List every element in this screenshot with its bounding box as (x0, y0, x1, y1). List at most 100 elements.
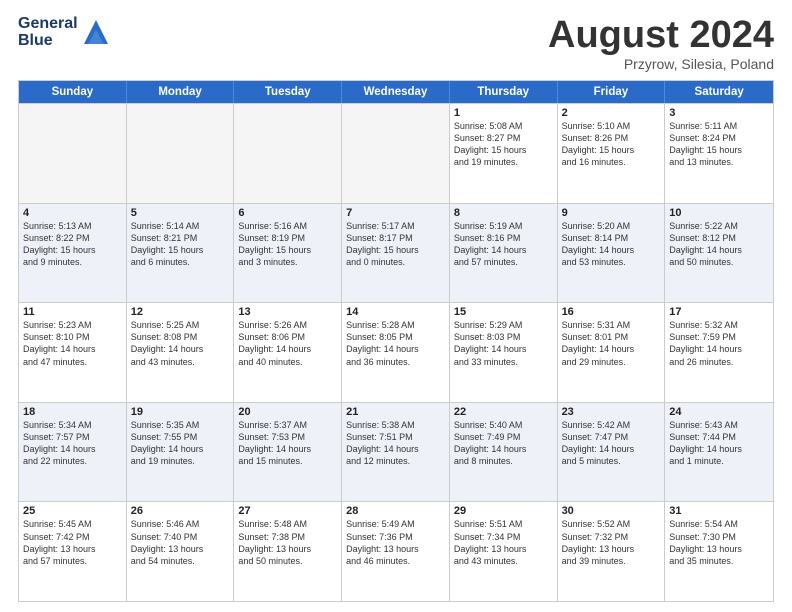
day-number: 3 (669, 107, 769, 119)
day-number: 16 (562, 306, 661, 318)
day-cell-13: 13Sunrise: 5:26 AM Sunset: 8:06 PM Dayli… (234, 303, 342, 402)
day-number: 26 (131, 505, 230, 517)
day-number: 29 (454, 505, 553, 517)
day-number: 5 (131, 207, 230, 219)
day-info: Sunrise: 5:29 AM Sunset: 8:03 PM Dayligh… (454, 319, 553, 368)
day-number: 14 (346, 306, 445, 318)
day-number: 11 (23, 306, 122, 318)
day-number: 23 (562, 406, 661, 418)
calendar-row-3: 11Sunrise: 5:23 AM Sunset: 8:10 PM Dayli… (19, 302, 773, 402)
day-info: Sunrise: 5:14 AM Sunset: 8:21 PM Dayligh… (131, 220, 230, 269)
day-number: 30 (562, 505, 661, 517)
day-info: Sunrise: 5:16 AM Sunset: 8:19 PM Dayligh… (238, 220, 337, 269)
day-number: 17 (669, 306, 769, 318)
day-number: 12 (131, 306, 230, 318)
day-number: 9 (562, 207, 661, 219)
day-info: Sunrise: 5:17 AM Sunset: 8:17 PM Dayligh… (346, 220, 445, 269)
day-number: 10 (669, 207, 769, 219)
day-info: Sunrise: 5:52 AM Sunset: 7:32 PM Dayligh… (562, 518, 661, 567)
location: Przyrow, Silesia, Poland (548, 56, 774, 72)
day-cell-6: 6Sunrise: 5:16 AM Sunset: 8:19 PM Daylig… (234, 204, 342, 303)
day-number: 4 (23, 207, 122, 219)
day-cell-7: 7Sunrise: 5:17 AM Sunset: 8:17 PM Daylig… (342, 204, 450, 303)
day-header-wednesday: Wednesday (342, 81, 450, 103)
day-info: Sunrise: 5:08 AM Sunset: 8:27 PM Dayligh… (454, 120, 553, 169)
calendar-header: SundayMondayTuesdayWednesdayThursdayFrid… (19, 81, 773, 103)
day-info: Sunrise: 5:32 AM Sunset: 7:59 PM Dayligh… (669, 319, 769, 368)
day-number: 27 (238, 505, 337, 517)
day-number: 19 (131, 406, 230, 418)
day-cell-5: 5Sunrise: 5:14 AM Sunset: 8:21 PM Daylig… (127, 204, 235, 303)
day-cell-1: 1Sunrise: 5:08 AM Sunset: 8:27 PM Daylig… (450, 104, 558, 203)
empty-cell (342, 104, 450, 203)
empty-cell (234, 104, 342, 203)
calendar-row-4: 18Sunrise: 5:34 AM Sunset: 7:57 PM Dayli… (19, 402, 773, 502)
day-info: Sunrise: 5:31 AM Sunset: 8:01 PM Dayligh… (562, 319, 661, 368)
day-cell-4: 4Sunrise: 5:13 AM Sunset: 8:22 PM Daylig… (19, 204, 127, 303)
day-info: Sunrise: 5:22 AM Sunset: 8:12 PM Dayligh… (669, 220, 769, 269)
day-number: 6 (238, 207, 337, 219)
day-cell-17: 17Sunrise: 5:32 AM Sunset: 7:59 PM Dayli… (665, 303, 773, 402)
day-number: 31 (669, 505, 769, 517)
day-cell-10: 10Sunrise: 5:22 AM Sunset: 8:12 PM Dayli… (665, 204, 773, 303)
day-number: 1 (454, 107, 553, 119)
day-cell-25: 25Sunrise: 5:45 AM Sunset: 7:42 PM Dayli… (19, 502, 127, 601)
day-header-saturday: Saturday (665, 81, 773, 103)
day-info: Sunrise: 5:28 AM Sunset: 8:05 PM Dayligh… (346, 319, 445, 368)
day-info: Sunrise: 5:46 AM Sunset: 7:40 PM Dayligh… (131, 518, 230, 567)
day-info: Sunrise: 5:51 AM Sunset: 7:34 PM Dayligh… (454, 518, 553, 567)
day-cell-21: 21Sunrise: 5:38 AM Sunset: 7:51 PM Dayli… (342, 403, 450, 502)
day-cell-29: 29Sunrise: 5:51 AM Sunset: 7:34 PM Dayli… (450, 502, 558, 601)
day-info: Sunrise: 5:49 AM Sunset: 7:36 PM Dayligh… (346, 518, 445, 567)
day-cell-11: 11Sunrise: 5:23 AM Sunset: 8:10 PM Dayli… (19, 303, 127, 402)
day-header-thursday: Thursday (450, 81, 558, 103)
day-cell-12: 12Sunrise: 5:25 AM Sunset: 8:08 PM Dayli… (127, 303, 235, 402)
day-info: Sunrise: 5:35 AM Sunset: 7:55 PM Dayligh… (131, 419, 230, 468)
calendar-body: 1Sunrise: 5:08 AM Sunset: 8:27 PM Daylig… (19, 103, 773, 601)
day-number: 22 (454, 406, 553, 418)
day-info: Sunrise: 5:38 AM Sunset: 7:51 PM Dayligh… (346, 419, 445, 468)
month-title: August 2024 (548, 16, 774, 54)
day-info: Sunrise: 5:40 AM Sunset: 7:49 PM Dayligh… (454, 419, 553, 468)
day-cell-3: 3Sunrise: 5:11 AM Sunset: 8:24 PM Daylig… (665, 104, 773, 203)
day-number: 13 (238, 306, 337, 318)
logo-icon (80, 16, 112, 48)
day-cell-24: 24Sunrise: 5:43 AM Sunset: 7:44 PM Dayli… (665, 403, 773, 502)
day-info: Sunrise: 5:34 AM Sunset: 7:57 PM Dayligh… (23, 419, 122, 468)
day-cell-19: 19Sunrise: 5:35 AM Sunset: 7:55 PM Dayli… (127, 403, 235, 502)
day-cell-14: 14Sunrise: 5:28 AM Sunset: 8:05 PM Dayli… (342, 303, 450, 402)
day-info: Sunrise: 5:23 AM Sunset: 8:10 PM Dayligh… (23, 319, 122, 368)
day-info: Sunrise: 5:26 AM Sunset: 8:06 PM Dayligh… (238, 319, 337, 368)
day-number: 25 (23, 505, 122, 517)
day-header-friday: Friday (558, 81, 666, 103)
title-area: August 2024 Przyrow, Silesia, Poland (548, 16, 774, 72)
header: General Blue August 2024 Przyrow, Silesi… (18, 16, 774, 72)
day-number: 8 (454, 207, 553, 219)
day-header-sunday: Sunday (19, 81, 127, 103)
day-info: Sunrise: 5:48 AM Sunset: 7:38 PM Dayligh… (238, 518, 337, 567)
day-cell-23: 23Sunrise: 5:42 AM Sunset: 7:47 PM Dayli… (558, 403, 666, 502)
day-cell-16: 16Sunrise: 5:31 AM Sunset: 8:01 PM Dayli… (558, 303, 666, 402)
logo-area: General Blue (18, 16, 112, 50)
day-cell-20: 20Sunrise: 5:37 AM Sunset: 7:53 PM Dayli… (234, 403, 342, 502)
day-number: 15 (454, 306, 553, 318)
day-info: Sunrise: 5:37 AM Sunset: 7:53 PM Dayligh… (238, 419, 337, 468)
day-cell-8: 8Sunrise: 5:19 AM Sunset: 8:16 PM Daylig… (450, 204, 558, 303)
logo-blue: Blue (18, 33, 78, 50)
day-number: 7 (346, 207, 445, 219)
day-cell-22: 22Sunrise: 5:40 AM Sunset: 7:49 PM Dayli… (450, 403, 558, 502)
day-info: Sunrise: 5:11 AM Sunset: 8:24 PM Dayligh… (669, 120, 769, 169)
day-cell-27: 27Sunrise: 5:48 AM Sunset: 7:38 PM Dayli… (234, 502, 342, 601)
day-cell-28: 28Sunrise: 5:49 AM Sunset: 7:36 PM Dayli… (342, 502, 450, 601)
empty-cell (127, 104, 235, 203)
calendar-row-1: 1Sunrise: 5:08 AM Sunset: 8:27 PM Daylig… (19, 103, 773, 203)
day-info: Sunrise: 5:42 AM Sunset: 7:47 PM Dayligh… (562, 419, 661, 468)
calendar-row-2: 4Sunrise: 5:13 AM Sunset: 8:22 PM Daylig… (19, 203, 773, 303)
day-header-tuesday: Tuesday (234, 81, 342, 103)
calendar-row-5: 25Sunrise: 5:45 AM Sunset: 7:42 PM Dayli… (19, 501, 773, 601)
day-info: Sunrise: 5:13 AM Sunset: 8:22 PM Dayligh… (23, 220, 122, 269)
day-info: Sunrise: 5:19 AM Sunset: 8:16 PM Dayligh… (454, 220, 553, 269)
logo-general: General (18, 16, 78, 33)
day-number: 20 (238, 406, 337, 418)
day-cell-30: 30Sunrise: 5:52 AM Sunset: 7:32 PM Dayli… (558, 502, 666, 601)
